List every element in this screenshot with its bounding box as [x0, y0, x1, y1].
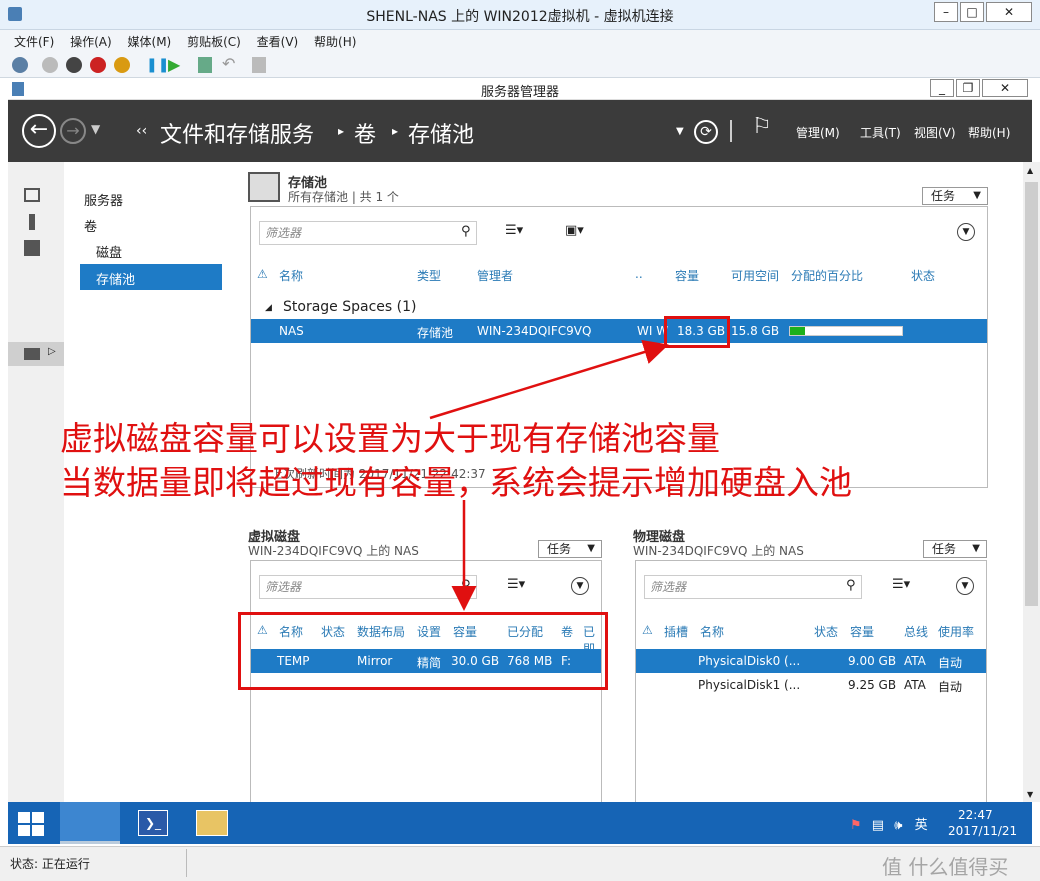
guest-taskbar: ❯_ ⚑ ▤ 🕪 英 22:47 2017/11/21 [8, 802, 1032, 844]
taskbar-explorer-icon[interactable] [196, 810, 228, 836]
windows-start-icon[interactable] [18, 812, 44, 836]
status-divider [186, 849, 187, 877]
volume-icon[interactable]: 🕪 [894, 818, 902, 833]
ime-indicator[interactable]: 英 [915, 818, 928, 833]
annotation-line-1: 虚拟磁盘容量可以设置为大于现有存储池容量 [60, 419, 720, 458]
network-icon[interactable]: ▤ [872, 818, 884, 833]
annotation-line-2: 当数据量即将超过现有容量，系统会提示增加硬盘入池 [60, 463, 852, 502]
clock-date[interactable]: 2017/11/21 [948, 824, 1017, 838]
watermark: 值 什么值得买 [882, 855, 1009, 879]
taskbar-powershell-icon[interactable]: ❯_ [138, 810, 168, 836]
host-statusbar: 状态: 正在运行 值 什么值得买 [0, 846, 1040, 881]
clock-time[interactable]: 22:47 [958, 808, 993, 822]
taskbar-server-manager-icon[interactable] [60, 802, 120, 844]
action-center-icon[interactable]: ⚑ [850, 818, 862, 833]
status-text: 状态: 正在运行 [10, 857, 90, 871]
arrow-to-capacity [429, 339, 669, 420]
